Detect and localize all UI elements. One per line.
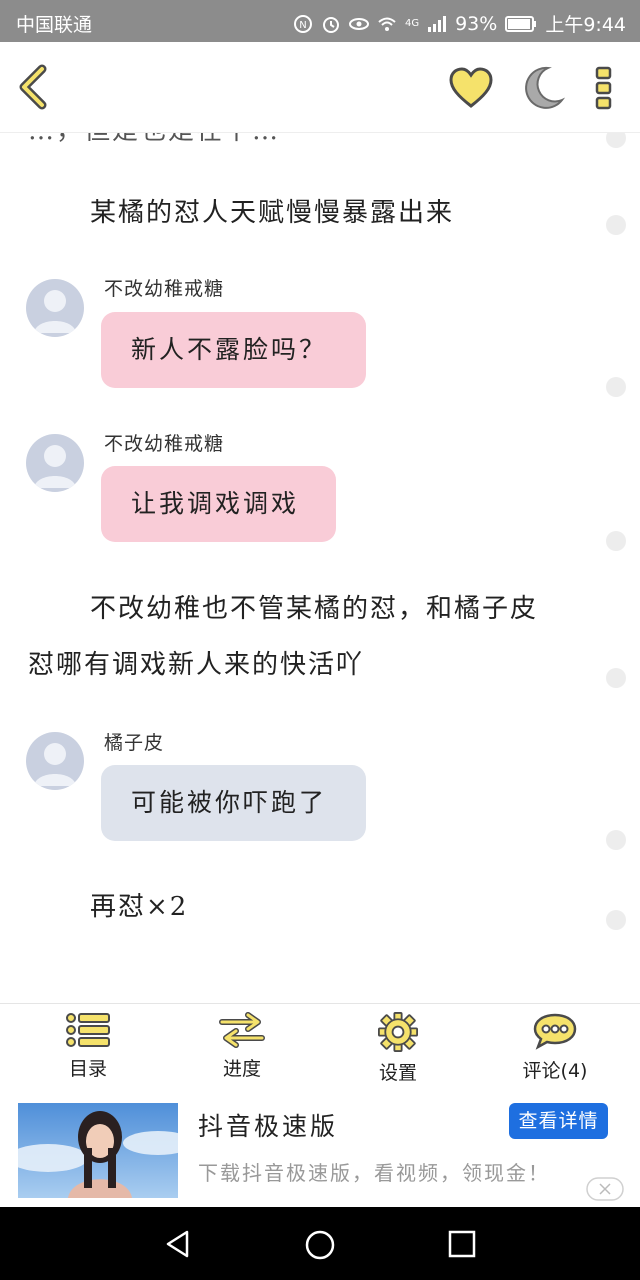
message-username: 不改幼稚戒糖 — [104, 278, 225, 300]
paragraph-3: 再怼×2 — [90, 892, 189, 922]
message-username: 不改幼稚戒糖 — [104, 433, 225, 455]
default-avatar-icon — [34, 290, 76, 333]
ad-subtitle: 下载抖音极速版，看视频，领现金！ — [198, 1161, 550, 1185]
paragraph-2-line-1: 不改幼稚也不管某橘的怼，和橘子皮 — [90, 594, 539, 624]
home-circle-icon[interactable] — [304, 1229, 336, 1261]
network-type: 4G — [404, 18, 420, 29]
chapter-content[interactable]: …，但是也是在下… 某橘的怼人天赋慢慢暴露出来 不改幼稚戒糖 新人不露脸吗？ 不… — [0, 133, 640, 1003]
chat-bubble: 让我调戏调戏 — [101, 466, 336, 542]
alarm-icon — [322, 16, 339, 33]
heart-icon[interactable] — [448, 66, 494, 110]
ad-title[interactable]: 抖音极速版 — [198, 1107, 338, 1143]
avatar[interactable] — [26, 434, 84, 492]
status-bar: 中国联通 N 4G 93% 上午9:44 — [0, 0, 640, 42]
paragraph-marker-dot[interactable] — [606, 910, 626, 930]
paragraph-marker-dot[interactable] — [606, 377, 626, 397]
chat-bubble: 新人不露脸吗？ — [101, 312, 366, 388]
nav-label: 设置 — [378, 1062, 417, 1084]
back-chevron-icon[interactable] — [16, 64, 50, 110]
nav-label: 评论(4) — [522, 1060, 588, 1082]
nav-item-progress[interactable]: 进度 — [192, 1012, 292, 1081]
paragraph-marker-dot[interactable] — [606, 215, 626, 235]
chat-bubble: 可能被你吓跑了 — [101, 765, 366, 841]
ad-details-button[interactable]: 查看详情 — [509, 1103, 608, 1139]
clock: 上午9:44 — [545, 14, 626, 36]
battery-icon — [505, 15, 537, 32]
eye-icon — [348, 17, 369, 30]
svg-text:N: N — [299, 20, 306, 31]
nav-label: 进度 — [222, 1058, 261, 1080]
paragraph-2-line-2: 怼哪有调戏新人来的快活吖 — [28, 650, 365, 680]
message-username: 橘子皮 — [104, 732, 165, 754]
recents-square-icon[interactable] — [448, 1230, 476, 1258]
status-icons: N 4G 93% 上午9:44 — [293, 10, 626, 37]
avatar[interactable] — [26, 732, 84, 790]
signal-icon — [428, 15, 447, 32]
nav-item-settings[interactable]: 设置 — [348, 1012, 448, 1085]
reader-top-bar — [0, 42, 640, 133]
nav-item-comments[interactable]: 评论(4) — [505, 1012, 605, 1083]
paragraph-marker-dot[interactable] — [606, 668, 626, 688]
system-navigation-bar — [0, 1207, 640, 1280]
default-avatar-icon — [34, 743, 76, 786]
moon-icon[interactable] — [518, 64, 566, 112]
wifi-icon — [378, 17, 396, 31]
close-icon[interactable] — [586, 1177, 624, 1201]
default-avatar-icon — [34, 445, 76, 488]
carrier-label: 中国联通 — [16, 14, 93, 36]
ad-thumbnail[interactable] — [18, 1103, 178, 1198]
nav-item-toc[interactable]: 目录 — [38, 1012, 138, 1081]
back-triangle-icon[interactable] — [163, 1229, 193, 1259]
comment-icon — [533, 1013, 577, 1050]
battery-percent: 93% — [455, 12, 498, 35]
paragraph-1: 某橘的怼人天赋慢慢暴露出来 — [90, 198, 455, 228]
paragraph-marker-dot[interactable] — [606, 133, 626, 148]
partial-top-line: …，但是也是在下… — [28, 133, 588, 159]
paragraph-marker-dot[interactable] — [606, 830, 626, 850]
swap-arrows-icon — [219, 1012, 265, 1048]
avatar[interactable] — [26, 279, 84, 337]
nav-label: 目录 — [68, 1058, 107, 1080]
gear-icon — [378, 1012, 418, 1052]
reader-bottom-toolbar: 目录 进度 设置 评论(4) — [0, 1003, 640, 1094]
paragraph-marker-dot[interactable] — [606, 531, 626, 551]
ad-banner[interactable]: 抖音极速版 下载抖音极速版，看视频，领现金！ 查看详情 — [0, 1093, 640, 1207]
nfc-icon: N — [293, 14, 312, 33]
more-vertical-icon[interactable] — [594, 66, 614, 110]
list-icon — [66, 1013, 110, 1047]
